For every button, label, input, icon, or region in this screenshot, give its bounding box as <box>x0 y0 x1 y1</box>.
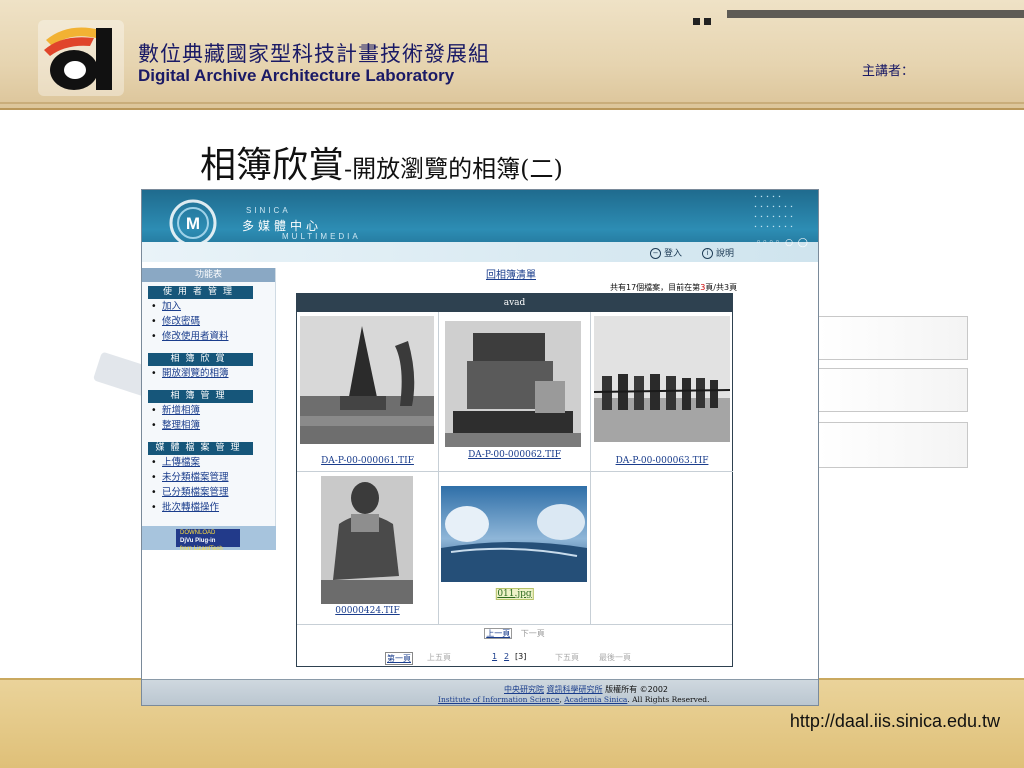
footer-link-iis-en[interactable]: Institute of Information Science <box>438 695 559 704</box>
banner-sinica-text: SINICA <box>246 206 291 215</box>
plugin-sub-text: from LizardTech <box>180 546 223 552</box>
menu-item-change-password[interactable]: 修改密碼 <box>142 314 275 329</box>
login-icon: − <box>650 248 661 259</box>
djvu-plugin-badge[interactable]: DOWNLOAD DjVu Plug-in from LizardTech <box>176 529 240 552</box>
corner-bar-decoration <box>727 10 1024 18</box>
menu-item-edit-user[interactable]: 修改使用者資料 <box>142 329 275 344</box>
background-panel <box>818 316 968 360</box>
website-screenshot: M SINICA 多媒體中心 MULTIMEDIA ▪ ▪ ▪ ▪ ▪ ▪ ▪ … <box>141 189 819 706</box>
photo-cell-3: DA-P-00-000063.TIF <box>591 312 733 472</box>
next-page-link[interactable]: 下一頁 <box>521 629 545 638</box>
lab-name-zh: 數位典藏國家型科技計畫技術發展組 <box>138 42 490 66</box>
daal-logo-icon <box>38 20 124 96</box>
photo-cell-2: DA-P-00-000062.TIF <box>439 312 591 472</box>
menu-group-user: 使用者管理 加入 修改密碼 修改使用者資料 <box>142 286 275 344</box>
footer-rights: . All Rights Reserved. <box>627 695 710 704</box>
footer-line-en: Institute of Information Science, Academ… <box>438 695 709 704</box>
plugin-name-text: DjVu Plug-in <box>180 538 216 544</box>
menu-item-join[interactable]: 加入 <box>142 299 275 314</box>
footer-sep: , <box>559 695 562 704</box>
menu-group-album-view: 相簿欣賞 開放瀏覽的相簿 <box>142 353 275 381</box>
photo-thumbnail-4[interactable] <box>321 476 413 604</box>
prev-five-link[interactable]: 上五頁 <box>427 652 451 663</box>
function-menu: 功能表 使用者管理 加入 修改密碼 修改使用者資料 相簿欣賞 開放瀏覽的相簿 相… <box>142 268 276 552</box>
file-count-text: 共有17個檔案，目前在第3頁/共3頁 <box>610 282 737 293</box>
photo-thumbnail-1[interactable] <box>300 316 434 444</box>
banner-tech-decoration: ▪ ▪ ▪ ▪ ▪ <box>754 194 782 200</box>
photo-thumbnail-2[interactable] <box>445 321 581 447</box>
menu-item-classified[interactable]: 已分類檔案管理 <box>142 485 275 500</box>
album-name: avad <box>297 294 732 312</box>
photo-cell-4: 00000424.TIF <box>297 472 439 624</box>
corner-dots-decoration <box>693 10 715 29</box>
slide-title-sub: -開放瀏覽的相簿(二) <box>344 155 563 183</box>
footer-url[interactable]: http://daal.iis.sinica.edu.tw <box>790 711 1000 732</box>
footer-copyright: 版權所有 ©2002 <box>605 685 668 694</box>
footer-link-academia-zh[interactable]: 中央研究院 <box>504 685 544 694</box>
photo-cell-5: 011.jpg <box>439 472 591 624</box>
slide-title: 相簿欣賞-開放瀏覽的相簿(二) <box>200 136 563 188</box>
photo-caption-4[interactable]: 00000424.TIF <box>297 606 438 616</box>
site-banner: M SINICA 多媒體中心 MULTIMEDIA ▪ ▪ ▪ ▪ ▪ ▪ ▪ … <box>142 190 818 262</box>
photo-thumbnail-5[interactable] <box>441 486 587 582</box>
first-page-link[interactable]: 第一頁 <box>385 652 413 665</box>
background-panel <box>818 422 968 468</box>
photo-caption-2[interactable]: DA-P-00-000062.TIF <box>439 450 590 460</box>
banner-multimedia-text: MULTIMEDIA <box>282 232 361 241</box>
photo-cell-empty <box>591 472 733 624</box>
count-suffix: 頁/共3頁 <box>705 283 738 292</box>
background-panel <box>818 368 968 412</box>
count-prefix: 共有17個檔案，目前在第 <box>610 283 701 292</box>
banner-tech-decoration: ▪ ▪ ▪ ▪ ▪ ▪ ▪ <box>754 204 794 210</box>
menu-head-media: 媒體檔案管理 <box>148 442 253 455</box>
menu-item-new-album[interactable]: 新增相簿 <box>142 403 275 418</box>
login-label: 登入 <box>664 249 683 259</box>
menu-item-unclassified[interactable]: 未分類檔案管理 <box>142 470 275 485</box>
footer-link-iis-zh[interactable]: 資訊科學研究所 <box>547 685 603 694</box>
prev-next-pager: 上一頁 下一頁 <box>297 628 732 639</box>
album-list-link[interactable]: 回相簿清單 <box>486 266 536 281</box>
slide-header: 數位典藏國家型科技計畫技術發展組 Digital Archive Archite… <box>0 0 1024 110</box>
prev-page-link[interactable]: 上一頁 <box>484 628 513 639</box>
svg-text:M: M <box>186 214 200 233</box>
photo-caption-1[interactable]: DA-P-00-000061.TIF <box>297 456 438 466</box>
menu-item-batch-convert[interactable]: 批次轉檔操作 <box>142 500 275 515</box>
site-footer: 中央研究院 資訊科學研究所 版權所有 ©2002 Institute of In… <box>142 679 818 705</box>
menu-item-public-albums[interactable]: 開放瀏覽的相簿 <box>142 366 275 381</box>
menu-item-organize-album[interactable]: 整理相簿 <box>142 418 275 433</box>
slide-title-main: 相簿欣賞 <box>200 145 345 186</box>
banner-dots-decoration: ◦◦◦◦ ○ ◯ <box>756 238 809 248</box>
footer-line-zh: 中央研究院 資訊科學研究所 版權所有 ©2002 <box>504 684 668 695</box>
pager-divider <box>297 624 732 625</box>
menu-title: 功能表 <box>142 268 275 282</box>
menu-item-upload[interactable]: 上傳檔案 <box>142 455 275 470</box>
next-five-link[interactable]: 下五頁 <box>555 652 579 663</box>
menu-head-user: 使用者管理 <box>148 286 253 299</box>
menu-head-album-manage: 相簿管理 <box>148 390 253 403</box>
help-link[interactable]: i 說明 <box>702 246 734 259</box>
album-grid: avad DA-P-00-000061.TIF DA-P-00-000062.T… <box>296 293 733 667</box>
page-link-2[interactable]: 2 <box>504 652 509 661</box>
menu-group-media: 媒體檔案管理 上傳檔案 未分類檔案管理 已分類檔案管理 批次轉檔操作 <box>142 442 275 515</box>
photo-thumbnail-3[interactable] <box>594 316 730 442</box>
last-page-link[interactable]: 最後一頁 <box>599 652 631 663</box>
photo-caption-5[interactable]: 011.jpg <box>495 588 534 600</box>
banner-tech-decoration: ▪ ▪ ▪ ▪ ▪ ▪ ▪ <box>754 214 794 220</box>
multimedia-logo-icon: M <box>169 199 217 247</box>
photo-cell-1: DA-P-00-000061.TIF <box>297 312 439 472</box>
speaker-label: 主講者： <box>862 64 915 79</box>
lab-name-en: Digital Archive Architecture Laboratory <box>138 66 455 85</box>
menu-head-album-view: 相簿欣賞 <box>148 353 253 366</box>
plugin-download-text: DOWNLOAD <box>180 530 216 536</box>
help-label: 說明 <box>716 249 735 259</box>
login-link[interactable]: − 登入 <box>650 246 682 259</box>
info-icon: i <box>702 248 713 259</box>
page-link-1[interactable]: 1 <box>492 652 497 661</box>
djvu-plugin-area: DOWNLOAD DjVu Plug-in from LizardTech <box>142 526 276 552</box>
banner-tech-decoration: ▪ ▪ ▪ ▪ ▪ ▪ ▪ <box>754 224 794 230</box>
photo-caption-3[interactable]: DA-P-00-000063.TIF <box>591 456 733 466</box>
page-link-3-current: [3] <box>515 652 527 661</box>
footer-link-academia-en[interactable]: Academia Sinica <box>564 695 627 704</box>
menu-group-album-manage: 相簿管理 新增相簿 整理相簿 <box>142 390 275 433</box>
